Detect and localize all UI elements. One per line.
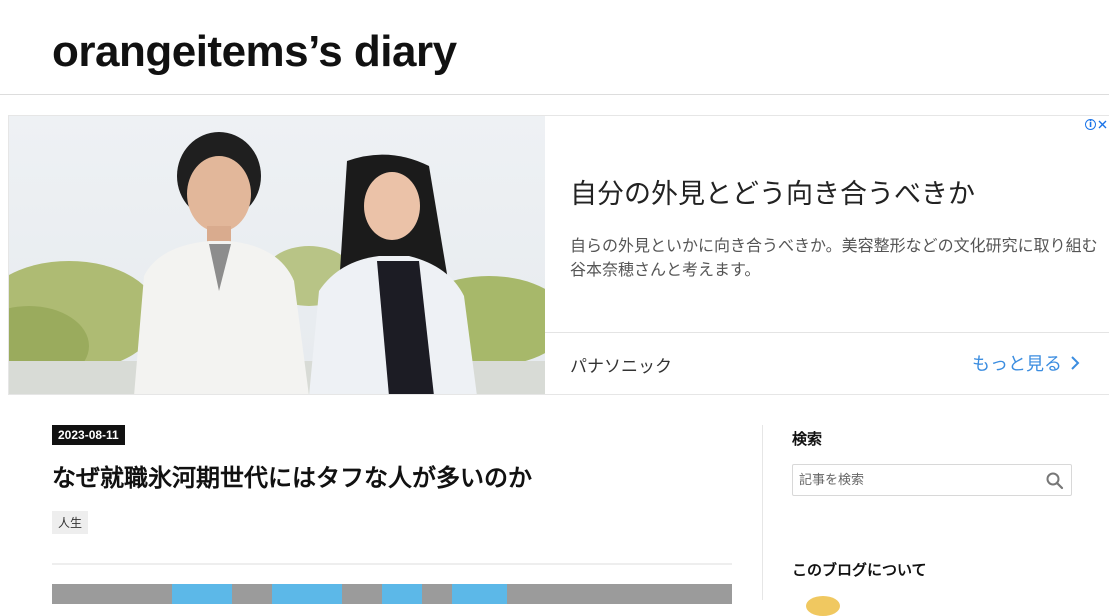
info-icon[interactable]: i <box>1085 118 1096 130</box>
ad-text-area[interactable]: 自分の外見とどう向き合うべきか 自らの外見といかに向き合うべきか。美容整形などの… <box>545 116 1109 394</box>
search-heading: 検索 <box>792 430 823 448</box>
article-date[interactable]: 2023-08-11 <box>52 425 125 445</box>
ad-photo[interactable] <box>9 116 569 394</box>
search-form[interactable] <box>792 464 1072 496</box>
blog-title[interactable]: orangeitems’s diary <box>52 22 457 82</box>
column-divider <box>762 425 763 600</box>
about-heading: このブログについて <box>792 561 927 579</box>
article-title[interactable]: なぜ就職氷河期世代にはタフな人が多いのか <box>52 458 532 493</box>
search-icon[interactable] <box>1045 471 1065 491</box>
ad-more-label: もっと見る <box>972 354 1062 375</box>
ad-headline[interactable]: 自分の外見とどう向き合うべきか <box>570 172 975 211</box>
eyecatch-graphic <box>52 584 732 604</box>
ad-photo-image <box>9 116 569 394</box>
ad-banner[interactable]: 自分の外見とどう向き合うべきか 自らの外見といかに向き合うべきか。美容整形などの… <box>8 115 1109 395</box>
ad-divider <box>545 332 1109 333</box>
article-eyecatch-image <box>52 584 732 604</box>
ad-more-button[interactable]: もっと見る <box>972 350 1080 376</box>
close-icon[interactable] <box>1098 120 1107 129</box>
ad-description[interactable]: 自らの外見といかに向き合うべきか。美容整形などの文化研究に取り組む谷本奈穂さんと… <box>570 234 1100 282</box>
article-divider <box>52 563 732 565</box>
chevron-right-icon <box>1071 356 1080 370</box>
avatar[interactable] <box>806 596 840 616</box>
ad-choices[interactable]: i <box>1083 116 1109 132</box>
category-tag[interactable]: 人生 <box>52 511 89 534</box>
ad-advertiser[interactable]: パナソニック <box>570 352 672 377</box>
search-input[interactable] <box>793 465 1033 495</box>
site-header: orangeitems’s diary <box>0 0 1109 95</box>
